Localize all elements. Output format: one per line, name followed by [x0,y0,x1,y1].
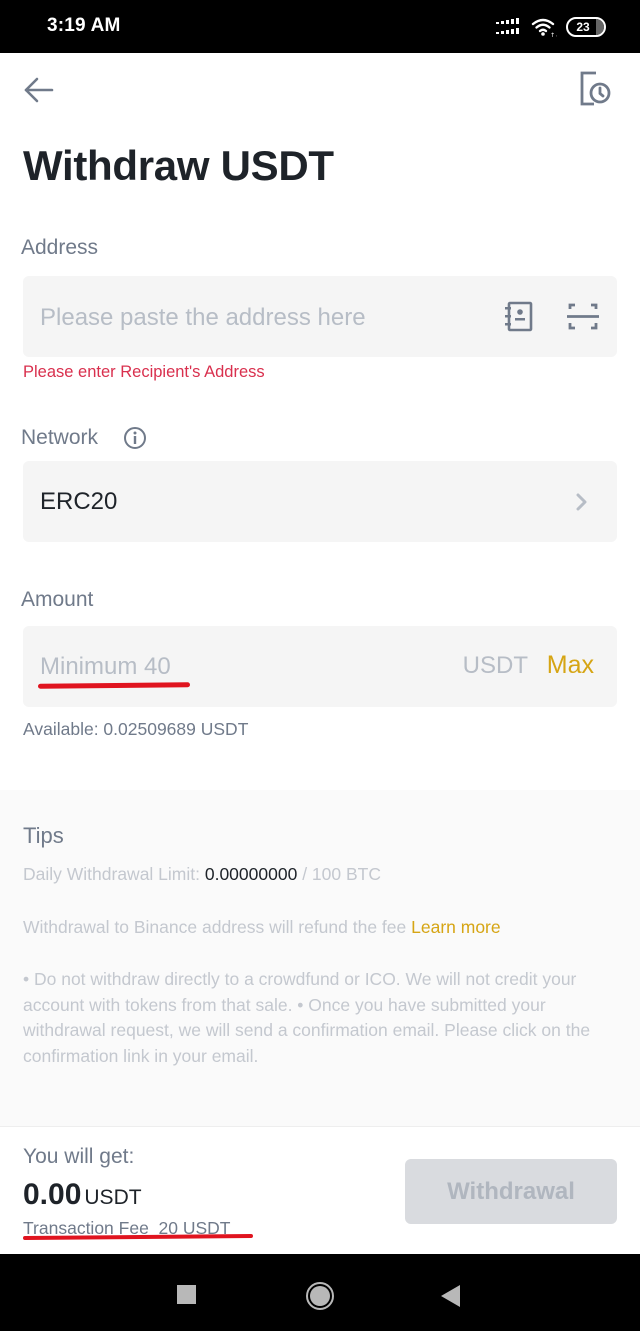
arrow-left-icon [24,77,54,103]
address-error: Please enter Recipient's Address [23,363,265,381]
daily-limit-label: Daily Withdrawal Limit: [23,864,205,884]
network-selector[interactable]: ERC20 [23,461,617,542]
address-label: Address [21,236,99,259]
refund-note: Withdrawal to Binance address will refun… [23,917,501,938]
home-icon [306,1282,334,1310]
home-button[interactable] [305,1281,335,1311]
daily-limit-total: / 100 BTC [297,864,381,884]
network-info-button[interactable] [123,426,147,450]
network-label: Network [21,426,99,449]
recents-icon[interactable] [177,1285,196,1304]
daily-limit: Daily Withdrawal Limit: 0.00000000 / 100… [23,864,381,885]
battery-icon: 23 [566,17,606,37]
amount-input[interactable]: Minimum 40 [40,653,171,681]
wifi-icon: ↑↓ [531,18,557,37]
withdrawal-notice: • Do not withdraw directly to a crowdfun… [23,969,591,1066]
battery-level: 23 [576,20,590,34]
withdrawal-button[interactable]: Withdrawal [405,1159,617,1224]
info-icon [124,427,146,449]
address-field[interactable]: Please paste the address here [23,276,617,357]
address-book-button[interactable] [502,301,536,333]
history-record-icon [580,71,611,106]
available-balance: Available: 0.02509689 USDT [23,719,249,739]
network-value: ERC20 [40,488,118,515]
max-button[interactable]: Max [547,651,594,680]
status-icons: ↑↓ 23 [496,15,606,39]
scan-button[interactable] [566,301,600,333]
address-input[interactable]: Please paste the address here [40,304,366,332]
back-triangle-icon [441,1285,460,1307]
status-time: 3:19 AM [47,15,121,36]
address-book-icon [505,301,533,332]
back-nav-button[interactable] [440,1284,462,1308]
amount-unit: USDT [462,652,528,679]
withdrawal-history-button[interactable] [578,70,614,108]
system-nav-bar [0,1254,640,1331]
refund-text: Withdrawal to Binance address will refun… [23,917,412,937]
chevron-right-icon [576,493,587,511]
signal-icon [496,18,519,34]
you-will-get-label: You will get: [23,1145,135,1168]
back-button[interactable] [22,74,56,106]
tips-title: Tips [23,823,64,848]
receive-amount: 0.00 [23,1178,82,1211]
daily-limit-used: 0.00000000 [204,864,298,884]
amount-field[interactable]: Minimum 40 USDT Max [23,626,617,707]
page-title: Withdraw USDT [23,142,334,189]
tips-section: Tips Daily Withdrawal Limit: 0.00000000 … [0,790,640,1127]
learn-more-link[interactable]: Learn more [411,917,501,937]
scan-qr-icon [567,303,599,330]
you-will-get-amount: 0.00 USDT [23,1178,142,1212]
receive-unit: USDT [84,1186,142,1209]
svg-text:↑↓: ↑↓ [550,32,557,37]
status-bar: 3:19 AM ↑↓ 23 [0,0,640,53]
amount-label: Amount [21,588,94,611]
